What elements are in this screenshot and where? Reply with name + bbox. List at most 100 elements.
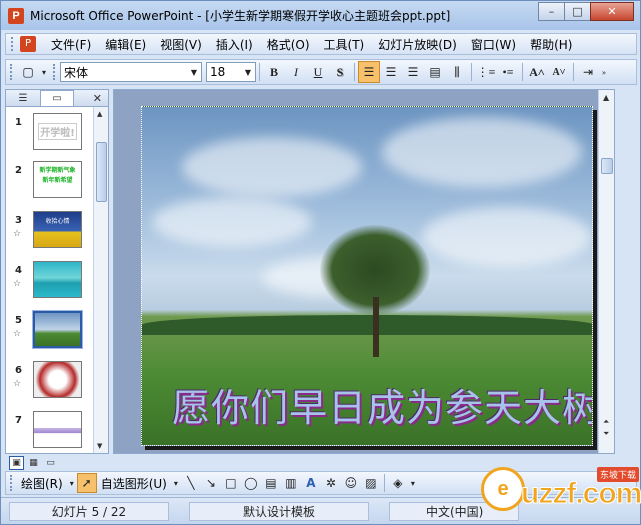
outline-icon: ☰	[18, 92, 28, 104]
shadow-button[interactable]: S	[329, 61, 351, 83]
scroll-thumb[interactable]	[96, 142, 107, 202]
powerpoint-app-icon[interactable]: P	[8, 7, 24, 24]
align-right-icon[interactable]: ☰	[402, 61, 424, 83]
font-name-combo[interactable]: 宋体 ▼	[60, 62, 202, 82]
chevron-down-icon[interactable]: ▼	[187, 63, 201, 81]
textbox-icon[interactable]: ▤	[261, 473, 281, 493]
toolbar-separator	[471, 63, 472, 81]
slide-thumb-2[interactable]: 2 新学期新气象 新年新希望	[6, 161, 92, 209]
fill-color-icon[interactable]: ◈	[388, 473, 408, 493]
slide-thumb-1[interactable]: 1 开学啦!	[6, 113, 92, 161]
menu-view[interactable]: 视图(V)	[153, 36, 209, 53]
slide-thumb-6[interactable]: 6 ☆	[6, 361, 92, 409]
oval-icon[interactable]: ◯	[241, 473, 261, 493]
increase-font-icon[interactable]: A˄	[526, 61, 548, 83]
pane-close-icon[interactable]: ✕	[93, 92, 102, 105]
font-size-combo[interactable]: 18 ▼	[206, 62, 256, 82]
line-icon[interactable]: ╲	[181, 473, 201, 493]
slide-scrollbar[interactable]: ▲ ⏶ ⏷	[598, 90, 614, 453]
normal-view-icon[interactable]: ▣	[9, 456, 24, 470]
title-bar[interactable]: P Microsoft Office PowerPoint - [小学生新学期寒…	[1, 1, 640, 30]
scroll-thumb[interactable]	[601, 158, 613, 174]
toolbar-overflow-icon[interactable]: »	[599, 61, 609, 83]
slide-number: 1	[15, 117, 22, 128]
template-status: 默认设计模板	[189, 501, 369, 521]
bold-button[interactable]: B	[263, 61, 285, 83]
scroll-up-icon[interactable]: ▲	[97, 110, 102, 118]
toolbar-grip[interactable]	[10, 475, 14, 491]
slides-icon: ▭	[52, 93, 62, 104]
formatting-toolbar: ▢ ▾ 宋体 ▼ 18 ▼ B I U S ☰ ☰ ☰ ▤ ⫼ ⋮≡ •≡ A˄…	[5, 59, 637, 85]
slide-thumbnail[interactable]: 开学啦!	[33, 113, 82, 150]
scroll-up-icon[interactable]: ▲	[603, 93, 609, 102]
watermark-subtext: 东坡下载	[597, 467, 639, 482]
slide-thumbnail[interactable]: 新学期新气象 新年新希望	[33, 161, 82, 198]
chevron-down-icon[interactable]: ▾	[67, 473, 77, 493]
align-center-icon[interactable]: ☰	[380, 61, 402, 83]
menu-window[interactable]: 窗口(W)	[464, 36, 523, 53]
vertical-textbox-icon[interactable]: ▥	[281, 473, 301, 493]
slide-sorter-icon[interactable]: ▦	[26, 456, 41, 470]
slide-thumbnail[interactable]	[33, 361, 82, 398]
maximize-button[interactable]: □	[564, 2, 591, 21]
chevron-down-icon[interactable]: ▾	[408, 473, 418, 493]
menu-tools[interactable]: 工具(T)	[317, 36, 372, 53]
slide-thumbnail[interactable]	[32, 310, 83, 349]
chevron-down-icon[interactable]: ▾	[171, 473, 181, 493]
previous-slide-icon[interactable]: ⏶	[603, 417, 609, 427]
picture-icon[interactable]: ▨	[361, 473, 381, 493]
minimize-button[interactable]: –	[538, 2, 565, 21]
view-buttons: ▣ ▦ ▭	[9, 456, 60, 470]
arrow-icon[interactable]: ↘	[201, 473, 221, 493]
distribute-icon[interactable]: ▤	[424, 61, 446, 83]
rectangle-icon[interactable]: □	[221, 473, 241, 493]
slide-thumb-5[interactable]: 5 ☆	[6, 310, 92, 359]
vertical-text-icon[interactable]: ⫼	[446, 61, 468, 83]
new-document-icon[interactable]: ▢	[17, 61, 39, 83]
thumb-text: 收拾心情	[45, 218, 70, 225]
menu-format[interactable]: 格式(O)	[260, 36, 317, 53]
document-icon[interactable]: P	[20, 36, 36, 52]
slides-tab[interactable]: ▭	[40, 90, 74, 106]
menu-help[interactable]: 帮助(H)	[523, 36, 579, 53]
slide-thumbnail[interactable]	[33, 411, 82, 448]
thumbnails-scrollbar[interactable]: ▲ ▼	[93, 107, 108, 453]
select-pointer-icon[interactable]: ➚	[76, 473, 97, 493]
menu-insert[interactable]: 插入(I)	[209, 36, 260, 53]
wordart-icon[interactable]: A	[301, 473, 321, 493]
toolbar-grip-2[interactable]	[53, 64, 57, 80]
next-slide-icon[interactable]: ⏷	[603, 429, 609, 439]
decrease-font-icon[interactable]: A˅	[548, 61, 570, 83]
slide-thumbnail[interactable]	[33, 261, 82, 298]
align-left-icon[interactable]: ☰	[358, 61, 380, 83]
menu-edit[interactable]: 编辑(E)	[98, 36, 153, 53]
slide-thumb-4[interactable]: 4 ☆	[6, 261, 92, 309]
indent-icon[interactable]: ⇥	[577, 61, 599, 83]
scroll-down-icon[interactable]: ▼	[97, 442, 102, 450]
slide-caption[interactable]: 愿你们早日成为参天大树!	[172, 377, 592, 432]
toolbar-options-icon[interactable]: ▾	[39, 61, 49, 83]
numbering-icon[interactable]: ⋮≡	[475, 61, 497, 83]
bullets-icon[interactable]: •≡	[497, 61, 519, 83]
toolbar-grip[interactable]	[10, 64, 14, 80]
slide-thumb-7[interactable]: 7	[6, 411, 92, 453]
draw-menu-button[interactable]: 绘图(R)	[17, 475, 67, 492]
italic-button[interactable]: I	[285, 61, 307, 83]
menu-slideshow[interactable]: 幻灯片放映(D)	[371, 36, 464, 53]
menu-file[interactable]: 文件(F)	[44, 36, 98, 53]
current-slide[interactable]: 愿你们早日成为参天大树!	[141, 106, 593, 446]
animation-star-icon: ☆	[13, 279, 22, 289]
slide-editing-area[interactable]: 愿你们早日成为参天大树! ▲ ⏶ ⏷	[113, 89, 615, 454]
close-button[interactable]: ✕	[590, 2, 634, 21]
underline-button[interactable]: U	[307, 61, 329, 83]
distant-hill	[142, 315, 592, 335]
slide-thumbnail[interactable]: 收拾心情	[33, 211, 82, 248]
clipart-icon[interactable]: ☺	[341, 473, 361, 493]
autoshapes-button[interactable]: 自选图形(U)	[97, 475, 171, 492]
slide-thumb-3[interactable]: 3 ☆ 收拾心情	[6, 211, 92, 259]
diagram-icon[interactable]: ✲	[321, 473, 341, 493]
outline-tab[interactable]: ☰	[6, 90, 40, 106]
chevron-down-icon[interactable]: ▼	[241, 63, 255, 81]
menubar-grip[interactable]	[11, 37, 16, 51]
slideshow-view-icon[interactable]: ▭	[43, 456, 58, 470]
